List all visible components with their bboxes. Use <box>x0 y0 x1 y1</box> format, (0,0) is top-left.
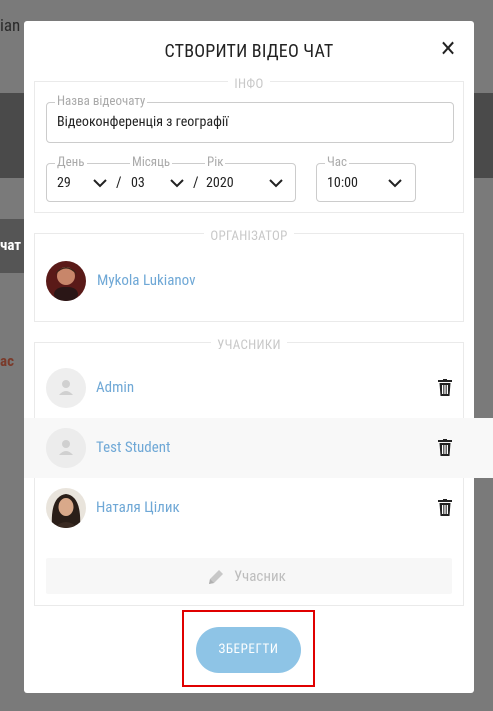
day-label: День <box>55 155 87 171</box>
video-chat-name-field[interactable]: Назва відеочату Відеоконференція з геогр… <box>46 94 454 143</box>
close-icon[interactable]: ✕ <box>438 39 458 61</box>
modal-title: СТВОРИТИ ВІДЕО ЧАТ <box>164 41 334 62</box>
info-section: ІНФО Назва відеочату Відеоконференція з … <box>34 77 464 213</box>
date-field: День Місяць Рік 29 / 03 / 2020 <box>46 155 296 202</box>
backdrop-text: ас <box>0 352 14 370</box>
add-participant-label: Учасник <box>234 567 286 585</box>
pencil-icon <box>209 570 223 584</box>
participant-avatar <box>46 488 86 528</box>
time-field[interactable]: Час 10:00 <box>316 155 416 202</box>
chevron-down-icon[interactable] <box>269 178 283 188</box>
organizer-avatar <box>46 261 86 301</box>
video-chat-name-value[interactable]: Відеоконференція з географії <box>57 114 228 130</box>
participant-row: Test Student <box>24 418 493 478</box>
chevron-down-icon[interactable] <box>170 178 184 188</box>
month-label: Місяць <box>130 155 173 171</box>
chevron-down-icon[interactable] <box>388 178 402 188</box>
participant-row: Admin <box>24 358 474 418</box>
highlight-frame <box>182 610 315 687</box>
user-placeholder-icon <box>46 368 86 408</box>
month-select[interactable]: 03 <box>131 175 145 191</box>
participant-row: Наталя Цілик <box>24 478 474 538</box>
user-placeholder-icon <box>46 428 86 468</box>
time-label: Час <box>325 155 350 171</box>
participant-name[interactable]: Admin <box>96 378 134 396</box>
organizer-section: ОРГАНІЗАТОР Mykola Lukianov <box>34 229 464 322</box>
video-chat-name-label: Назва відеочату <box>55 94 148 110</box>
participant-name[interactable]: Test Student <box>96 438 170 456</box>
create-video-chat-modal: СТВОРИТИ ВІДЕО ЧАТ ✕ ІНФО Назва відеочат… <box>24 21 493 693</box>
trash-icon[interactable] <box>438 499 452 516</box>
day-select[interactable]: 29 <box>57 175 71 191</box>
date-separator: / <box>116 173 122 191</box>
year-label: Рік <box>205 155 226 171</box>
year-select[interactable]: 2020 <box>206 175 234 191</box>
section-legend-organizer: ОРГАНІЗАТОР <box>204 229 294 244</box>
time-select[interactable]: 10:00 <box>327 175 358 191</box>
add-participant-button[interactable]: Учасник <box>46 558 452 594</box>
trash-icon[interactable] <box>438 379 452 396</box>
participant-name[interactable]: Наталя Цілик <box>96 498 180 516</box>
chevron-down-icon[interactable] <box>93 178 107 188</box>
backdrop-text: чат <box>0 236 22 254</box>
section-legend-participants: УЧАСНИКИ <box>211 338 287 353</box>
date-separator: / <box>193 173 199 191</box>
organizer-name[interactable]: Mykola Lukianov <box>97 271 196 289</box>
trash-icon[interactable] <box>438 439 452 456</box>
section-legend-info: ІНФО <box>228 77 270 92</box>
backdrop-text: ian <box>0 16 21 36</box>
